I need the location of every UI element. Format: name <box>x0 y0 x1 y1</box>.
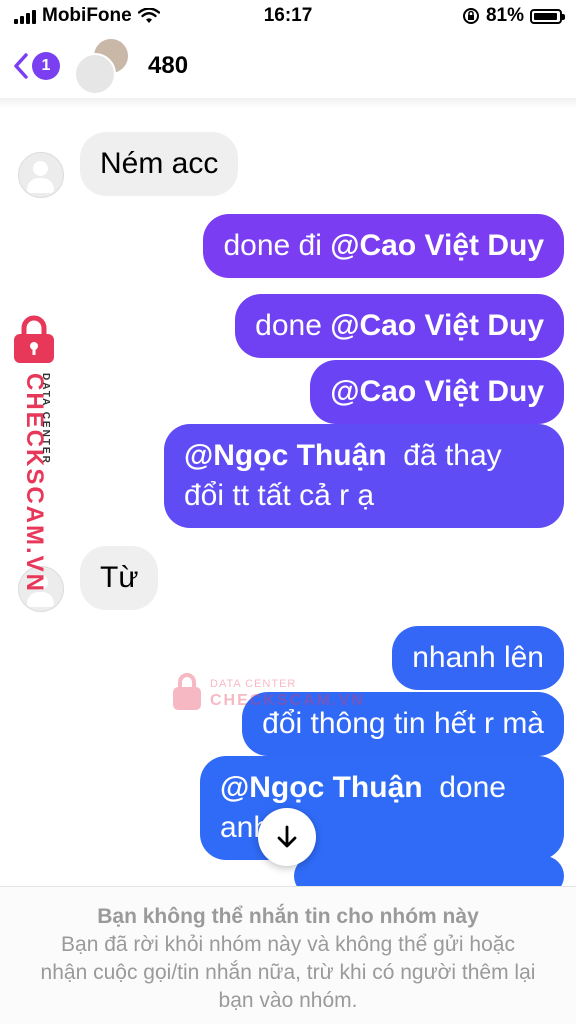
mention[interactable]: @Ngọc Thuận <box>220 771 423 804</box>
group-name[interactable]: 480 <box>148 52 188 80</box>
arrow-down-icon <box>277 825 297 848</box>
message-outgoing[interactable]: @Ngọc Thuận done anh <box>200 756 564 860</box>
group-avatar[interactable] <box>74 35 136 97</box>
message-thread[interactable]: Ném acc done đi @Cao Việt Duy done @Cao … <box>0 108 576 888</box>
signal-icon <box>14 8 36 24</box>
lock-icon <box>14 315 54 363</box>
message-outgoing[interactable]: nhanh lên <box>392 626 564 690</box>
message-outgoing[interactable]: @Cao Việt Duy <box>310 360 564 424</box>
member-avatar <box>74 53 116 95</box>
message-incoming[interactable]: Ném acc <box>80 132 239 196</box>
message-outgoing[interactable]: done đi @Cao Việt Duy <box>203 214 564 278</box>
message-text: done <box>422 771 506 804</box>
battery-icon <box>530 8 565 24</box>
header-divider <box>0 98 576 108</box>
chevron-left-icon <box>14 53 28 79</box>
status-left: MobiFone <box>14 5 160 27</box>
message-text: đổi tt tất cả r ạ <box>184 479 375 512</box>
unread-badge: 1 <box>32 52 60 80</box>
message-outgoing[interactable]: @Ngọc Thuận đã thay đổi tt tất cả r ạ <box>164 424 564 528</box>
chat-header: 1 480 <box>0 32 576 100</box>
message-incoming[interactable]: Từ <box>80 546 159 610</box>
watermark-subtitle: DATA CENTER <box>40 373 51 465</box>
message-text: Từ <box>100 561 139 594</box>
left-group-notice: Bạn không thể nhắn tin cho nhóm này Bạn … <box>0 886 576 1024</box>
mention[interactable]: @Cao Việt Duy <box>330 309 544 342</box>
scroll-to-bottom-button[interactable] <box>258 808 316 866</box>
message-text: done đi <box>223 229 331 262</box>
watermark-vertical: CHECKSCAM.VN DATA CENTER <box>6 315 62 593</box>
message-text: done <box>255 309 331 342</box>
status-bar: MobiFone 16:17 81% <box>0 0 576 32</box>
mention[interactable]: @Cao Việt Duy <box>330 229 544 262</box>
message-text: nhanh lên <box>412 641 544 674</box>
message-outgoing[interactable]: done @Cao Việt Duy <box>235 294 564 358</box>
clock: 16:17 <box>263 5 313 26</box>
mention[interactable]: @Ngọc Thuận <box>184 439 387 472</box>
watermark-brand: CHECKSCAM.VN <box>210 692 365 709</box>
carrier-label: MobiFone <box>42 5 132 26</box>
back-button[interactable]: 1 <box>12 52 60 80</box>
notice-body: Bạn đã rời khỏi nhóm này và không thể gử… <box>40 933 536 1012</box>
watermark-subtitle: DATA CENTER <box>210 678 297 690</box>
sender-avatar[interactable] <box>18 152 64 198</box>
message-text: đã thay <box>386 439 502 472</box>
wifi-icon <box>137 8 160 23</box>
watermark-center: DATA CENTER CHECKSCAM.VN <box>170 672 380 716</box>
battery-percent: 81% <box>485 5 524 26</box>
rotation-lock-icon <box>462 8 479 24</box>
lock-icon <box>173 673 201 710</box>
message-outgoing-partial[interactable] <box>294 856 564 888</box>
mention[interactable]: @Cao Việt Duy <box>330 375 544 408</box>
notice-title: Bạn không thể nhắn tin cho nhóm này <box>97 905 479 928</box>
message-text: Ném acc <box>100 147 219 180</box>
status-right: 81% <box>462 5 565 27</box>
